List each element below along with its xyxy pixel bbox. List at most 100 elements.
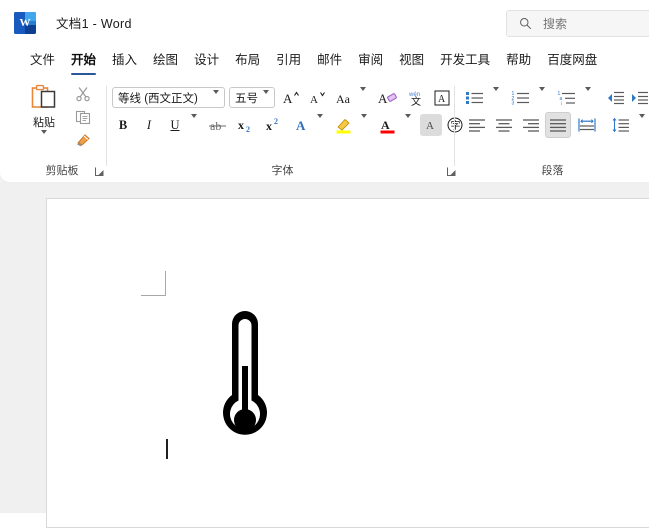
paste-dropdown-chevron-down-icon[interactable]	[41, 130, 47, 134]
bullets-chevron-down-icon[interactable]	[493, 87, 499, 105]
align-left-button[interactable]	[464, 114, 490, 136]
group-separator	[106, 86, 107, 166]
font-size-chevron-down-icon[interactable]	[263, 90, 269, 112]
shrink-font-button[interactable]: A	[306, 87, 328, 109]
tab-file[interactable]: 文件	[22, 45, 63, 75]
svg-text:A: A	[378, 91, 388, 106]
increase-indent-icon	[632, 91, 648, 105]
line-spacing-chevron-down-icon[interactable]	[639, 114, 645, 132]
bullets-icon	[466, 92, 483, 104]
document-canvas[interactable]	[0, 182, 649, 528]
search-box[interactable]: 搜索	[506, 10, 649, 37]
group-separator	[454, 86, 455, 166]
tab-view[interactable]: 视图	[391, 45, 432, 75]
font-color-dropdown-button[interactable]	[400, 114, 416, 136]
decrease-indent-button[interactable]	[604, 87, 628, 109]
ribbon-group-font: 等线 (西文正文) 五号 A A Aa A wén 文 A B I U ab x…	[110, 78, 463, 182]
document-page[interactable]	[46, 198, 649, 528]
tab-mailings[interactable]: 邮件	[309, 45, 350, 75]
highlight-chevron-down-icon[interactable]	[361, 114, 367, 132]
font-size-combo[interactable]: 五号	[229, 87, 275, 111]
font-size-value: 五号	[235, 92, 258, 105]
document-title-name: 文档1	[56, 17, 89, 31]
font-name-combo[interactable]: 等线 (西文正文)	[112, 87, 225, 111]
document-title: 文档1 - Word	[56, 13, 132, 32]
line-spacing-button[interactable]	[608, 114, 634, 136]
highlight-color-button[interactable]	[332, 114, 356, 136]
bold-button[interactable]: B	[112, 114, 134, 136]
italic-button[interactable]: I	[138, 114, 160, 136]
change-case-button[interactable]: Aa	[334, 87, 368, 109]
highlight-dropdown-button[interactable]	[356, 114, 372, 136]
justify-button[interactable]	[545, 112, 571, 138]
tab-home[interactable]: 开始	[63, 45, 104, 75]
font-name-chevron-down-icon[interactable]	[213, 90, 219, 112]
bullets-button[interactable]	[462, 87, 488, 109]
paste-button[interactable]: 粘贴	[22, 82, 66, 148]
svg-text:3: 3	[512, 101, 515, 107]
align-center-icon	[496, 119, 512, 132]
clear-formatting-button[interactable]: A	[376, 87, 400, 109]
font-color-icon: A	[380, 118, 395, 134]
increase-indent-button[interactable]	[628, 87, 649, 109]
text-effects-dropdown-button[interactable]	[312, 114, 328, 136]
tab-design[interactable]: 设计	[186, 45, 227, 75]
multilevel-dropdown-button[interactable]	[580, 87, 596, 109]
word-application-window: W 文档1 - Word 搜索 文件 开始 插入 绘图 设计 布局 引用 邮件 …	[0, 0, 649, 528]
bullets-dropdown-button[interactable]	[488, 87, 504, 109]
line-spacing-dropdown-button[interactable]	[634, 114, 649, 136]
tab-baidu-netdisk[interactable]: 百度网盘	[539, 45, 605, 75]
paste-label: 粘贴	[33, 117, 55, 129]
svg-text:x: x	[266, 119, 272, 133]
svg-text:A: A	[381, 118, 390, 132]
tab-insert[interactable]: 插入	[104, 45, 145, 75]
scissors-icon	[76, 86, 90, 101]
text-caret	[166, 439, 168, 459]
align-right-button[interactable]	[518, 114, 544, 136]
subscript-button[interactable]: x 2	[234, 114, 258, 136]
tab-draw[interactable]: 绘图	[145, 45, 186, 75]
title-separator: -	[92, 17, 98, 31]
numbering-dropdown-button[interactable]	[534, 87, 550, 109]
cut-button[interactable]	[72, 83, 94, 104]
underline-dropdown-button[interactable]	[186, 114, 202, 136]
distribute-text-button[interactable]	[574, 114, 600, 136]
strikethrough-button[interactable]: ab	[206, 114, 230, 136]
multilevel-list-button[interactable]: 1 a i	[554, 87, 580, 109]
text-effects-button[interactable]: A	[292, 114, 314, 136]
font-color-button[interactable]: A	[376, 114, 400, 136]
align-right-icon	[523, 119, 539, 132]
text-effects-chevron-down-icon[interactable]	[317, 114, 323, 132]
strikethrough-icon: ab	[209, 119, 226, 133]
numbering-button[interactable]: 1 2 3	[508, 87, 534, 109]
tab-review[interactable]: 审阅	[350, 45, 391, 75]
font-color-chevron-down-icon[interactable]	[405, 114, 411, 132]
clear-formatting-icon: A	[378, 91, 397, 106]
tab-help[interactable]: 帮助	[498, 45, 539, 75]
distribute-text-icon	[578, 118, 596, 132]
character-border-button[interactable]: A	[430, 87, 454, 109]
tab-references[interactable]: 引用	[268, 45, 309, 75]
numbering-chevron-down-icon[interactable]	[539, 87, 545, 105]
superscript-button[interactable]: x 2	[262, 114, 286, 136]
ribbon-tab-strip: 文件 开始 插入 绘图 设计 布局 引用 邮件 审阅 视图 开发工具 帮助 百度…	[0, 45, 649, 78]
character-shading-icon: A	[426, 120, 434, 132]
title-bar: W 文档1 - Word 搜索	[0, 0, 649, 45]
format-painter-button[interactable]	[72, 129, 94, 150]
clipboard-dialog-launcher-icon[interactable]	[94, 166, 105, 177]
character-border-icon: A	[434, 90, 450, 106]
character-shading-button[interactable]: A	[420, 114, 442, 136]
grow-font-icon: A	[283, 91, 299, 106]
search-placeholder: 搜索	[543, 17, 568, 31]
decrease-indent-icon	[608, 91, 624, 105]
underline-chevron-down-icon[interactable]	[191, 114, 197, 132]
tab-developer[interactable]: 开发工具	[432, 45, 498, 75]
copy-button[interactable]	[72, 106, 94, 127]
tab-layout[interactable]: 布局	[227, 45, 268, 75]
grow-font-button[interactable]: A	[280, 87, 302, 109]
phonetic-guide-button[interactable]: wén 文	[404, 87, 428, 109]
change-case-chevron-down-icon[interactable]	[360, 87, 366, 105]
align-center-button[interactable]	[491, 114, 517, 136]
multilevel-chevron-down-icon[interactable]	[585, 87, 591, 105]
underline-button[interactable]: U	[164, 114, 186, 136]
